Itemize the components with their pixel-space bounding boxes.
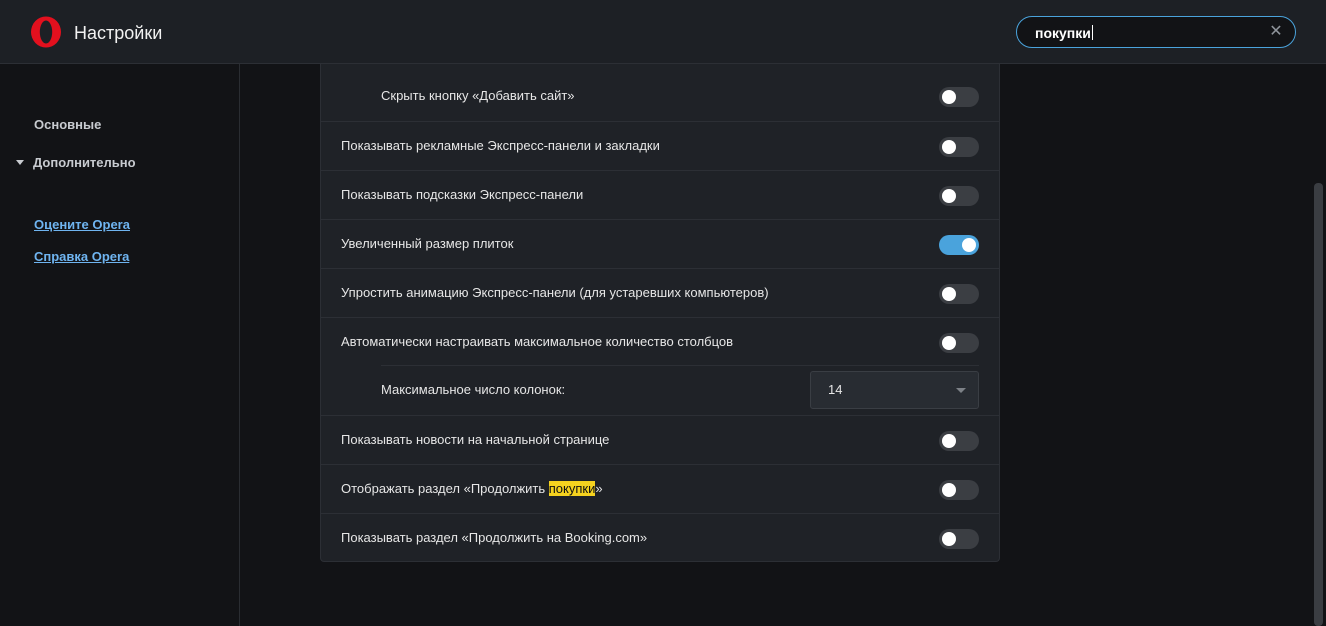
setting-label: Показывать рекламные Экспресс-панели и з… <box>341 138 660 153</box>
sidebar: Основные Дополнительно Оцените Opera Спр… <box>0 64 240 626</box>
setting-label: Скрыть кнопку «Добавить сайт» <box>381 88 575 103</box>
label-prefix: Отображать раздел «Продолжить <box>341 481 549 496</box>
select-value: 14 <box>828 382 843 397</box>
setting-label: Показывать подсказки Экспресс-панели <box>341 187 584 202</box>
setting-row-simplify-animation: Упростить анимацию Экспресс-панели (для … <box>321 268 999 317</box>
chevron-down-icon <box>956 388 966 393</box>
opera-help-link[interactable]: Справка Opera <box>34 248 129 266</box>
toggle-simplify-animation[interactable] <box>939 284 979 304</box>
opera-logo-icon <box>31 16 61 48</box>
setting-label: Максимальное число колонок: <box>381 382 566 397</box>
toggle-speed-dial-hints[interactable] <box>939 186 979 206</box>
setting-row-continue-shopping: Отображать раздел «Продолжить покупки» <box>321 464 999 513</box>
setting-row-large-tiles: Увеличенный размер плиток <box>321 219 999 268</box>
toggle-knob <box>942 532 956 546</box>
toggle-hide-add-site[interactable] <box>939 87 979 107</box>
sidebar-item-basic[interactable]: Основные <box>34 116 101 134</box>
toggle-continue-shopping[interactable] <box>939 480 979 500</box>
toggle-knob <box>942 140 956 154</box>
toggle-knob <box>962 238 976 252</box>
setting-label: Показывать новости на начальной странице <box>341 432 610 447</box>
scrollbar-thumb[interactable] <box>1314 183 1323 626</box>
toggle-knob <box>942 483 956 497</box>
page-title: Настройки <box>74 23 163 43</box>
setting-row-speed-dial-hints: Показывать подсказки Экспресс-панели <box>321 170 999 219</box>
toggle-knob <box>942 336 956 350</box>
toggle-knob <box>942 189 956 203</box>
toggle-promo-speed-dials[interactable] <box>939 137 979 157</box>
setting-row-continue-booking: Показывать раздел «Продолжить на Booking… <box>321 513 999 562</box>
toggle-news-start-page[interactable] <box>939 431 979 451</box>
sidebar-item-advanced[interactable]: Дополнительно <box>33 154 136 172</box>
top-bar: Настройки покупки ✕ <box>0 0 1326 64</box>
setting-label: Упростить анимацию Экспресс-панели (для … <box>341 285 769 300</box>
setting-label: Увеличенный размер плиток <box>341 236 514 251</box>
settings-panel: Скрыть кнопку «Добавить сайт» Показывать… <box>320 64 1000 562</box>
rate-opera-link[interactable]: Оцените Opera <box>34 216 130 234</box>
search-box[interactable]: покупки ✕ <box>1016 16 1296 48</box>
setting-label: Автоматически настраивать максимальное к… <box>341 334 734 349</box>
toggle-auto-columns[interactable] <box>939 333 979 353</box>
toggle-continue-booking[interactable] <box>939 529 979 549</box>
toggle-knob <box>942 90 956 104</box>
toggle-knob <box>942 434 956 448</box>
max-columns-select[interactable]: 14 <box>810 371 979 409</box>
search-input[interactable]: покупки <box>1035 24 1093 42</box>
setting-row-hide-add-site: Скрыть кнопку «Добавить сайт» <box>321 72 999 121</box>
setting-row-auto-columns: Автоматически настраивать максимальное к… <box>321 317 999 366</box>
setting-row-promo-speed-dials: Показывать рекламные Экспресс-панели и з… <box>321 121 999 170</box>
setting-label: Показывать раздел «Продолжить на Booking… <box>341 530 648 545</box>
close-icon[interactable]: ✕ <box>1267 23 1285 41</box>
text-caret <box>1091 25 1093 40</box>
toggle-large-tiles[interactable] <box>939 235 979 255</box>
setting-row-news-start-page: Показывать новости на начальной странице <box>321 415 999 464</box>
label-suffix: » <box>595 481 603 496</box>
search-highlight: покупки <box>548 481 596 496</box>
toggle-knob <box>942 287 956 301</box>
setting-label: Отображать раздел «Продолжить покупки» <box>341 465 603 513</box>
caret-down-icon[interactable] <box>16 160 24 165</box>
setting-row-max-columns: Максимальное число колонок: 14 <box>321 365 999 415</box>
